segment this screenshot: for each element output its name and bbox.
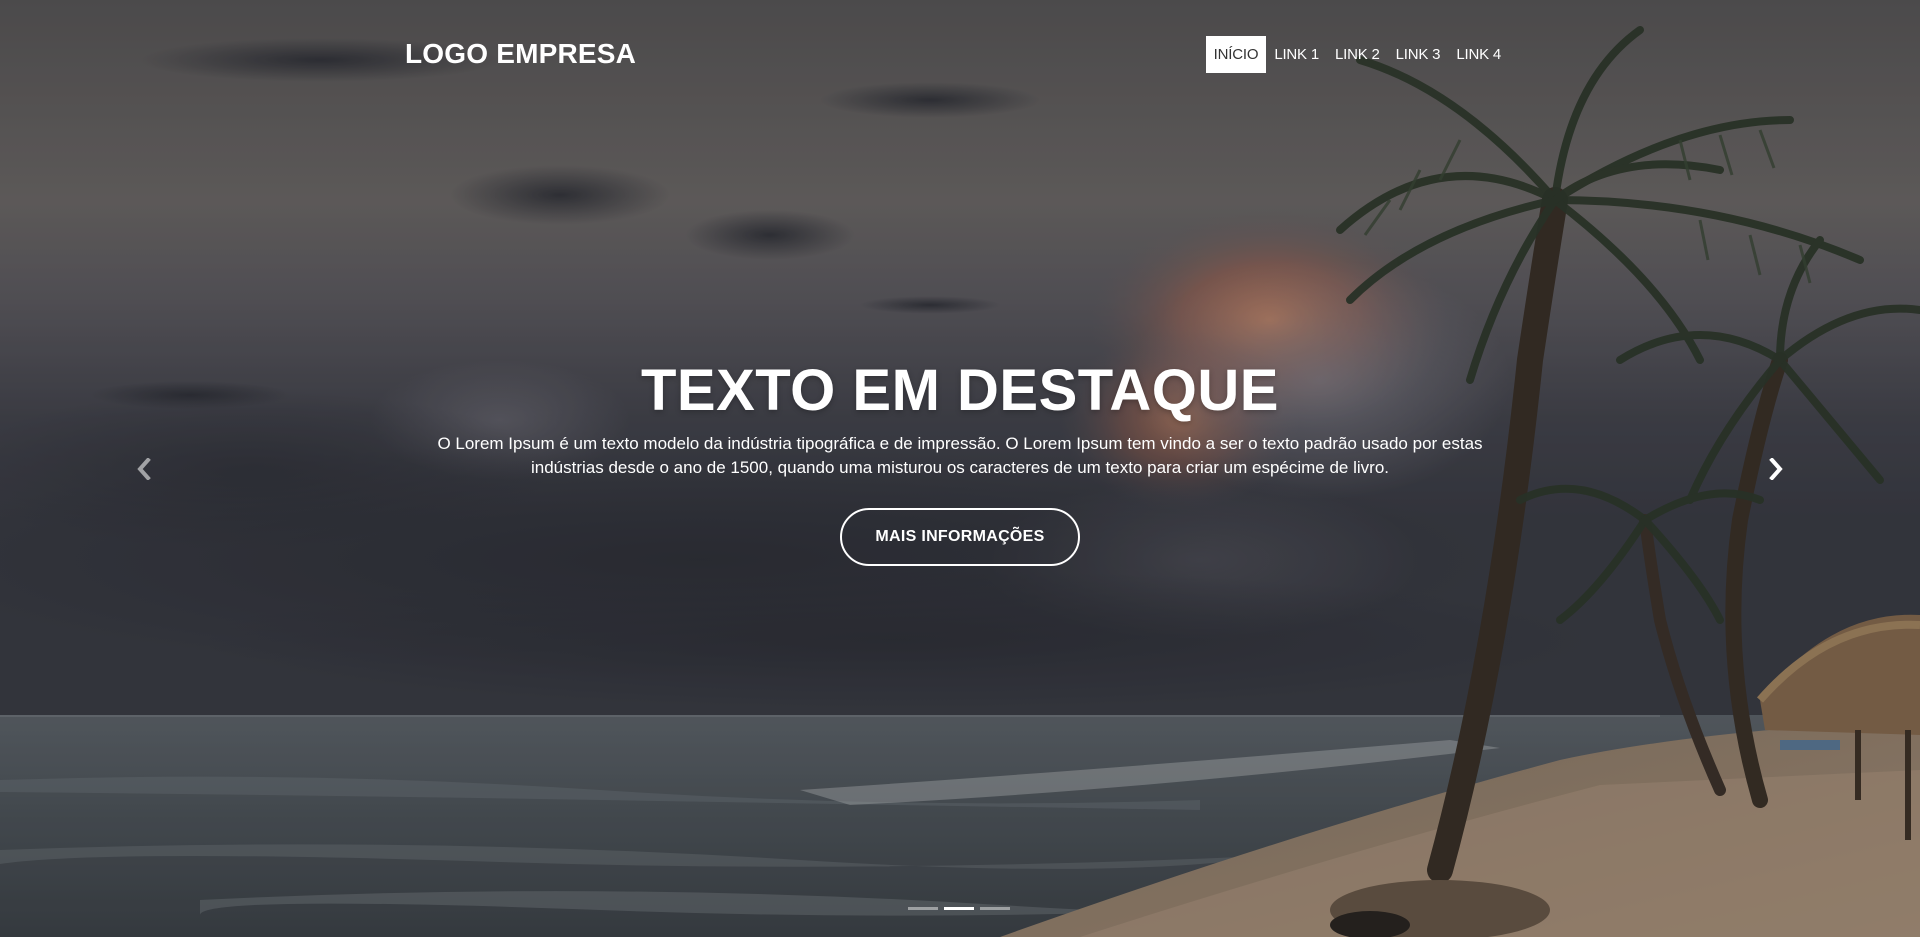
- more-info-button[interactable]: MAIS INFORMAÇÕES: [840, 508, 1080, 566]
- carousel-prev-button[interactable]: [124, 452, 164, 486]
- nav-item-link-1[interactable]: LINK 1: [1266, 36, 1327, 73]
- carousel-indicator-2[interactable]: [944, 907, 974, 910]
- nav-item-link-3[interactable]: LINK 3: [1388, 36, 1449, 73]
- main-nav: INÍCIO LINK 1 LINK 2 LINK 3 LINK 4: [1205, 36, 1509, 73]
- carousel-indicators: [908, 907, 1012, 913]
- site-header: LOGO EMPRESA INÍCIO LINK 1 LINK 2 LINK 3…: [405, 36, 1509, 74]
- carousel-indicator-3[interactable]: [980, 907, 1010, 910]
- hero-content: TEXTO EM DESTAQUE O Lorem Ipsum é um tex…: [360, 356, 1560, 566]
- chevron-right-icon: [1769, 458, 1783, 480]
- company-logo[interactable]: LOGO EMPRESA: [405, 38, 636, 70]
- nav-item-link-2[interactable]: LINK 2: [1327, 36, 1388, 73]
- hero-headline: TEXTO EM DESTAQUE: [641, 358, 1279, 423]
- chevron-left-icon: [137, 458, 151, 480]
- carousel-indicator-1[interactable]: [908, 907, 938, 910]
- nav-item-link-4[interactable]: LINK 4: [1448, 36, 1509, 73]
- hero-description: O Lorem Ipsum é um texto modelo da indús…: [437, 434, 1483, 477]
- carousel-next-button[interactable]: [1756, 452, 1796, 486]
- nav-item-inicio[interactable]: INÍCIO: [1205, 36, 1267, 73]
